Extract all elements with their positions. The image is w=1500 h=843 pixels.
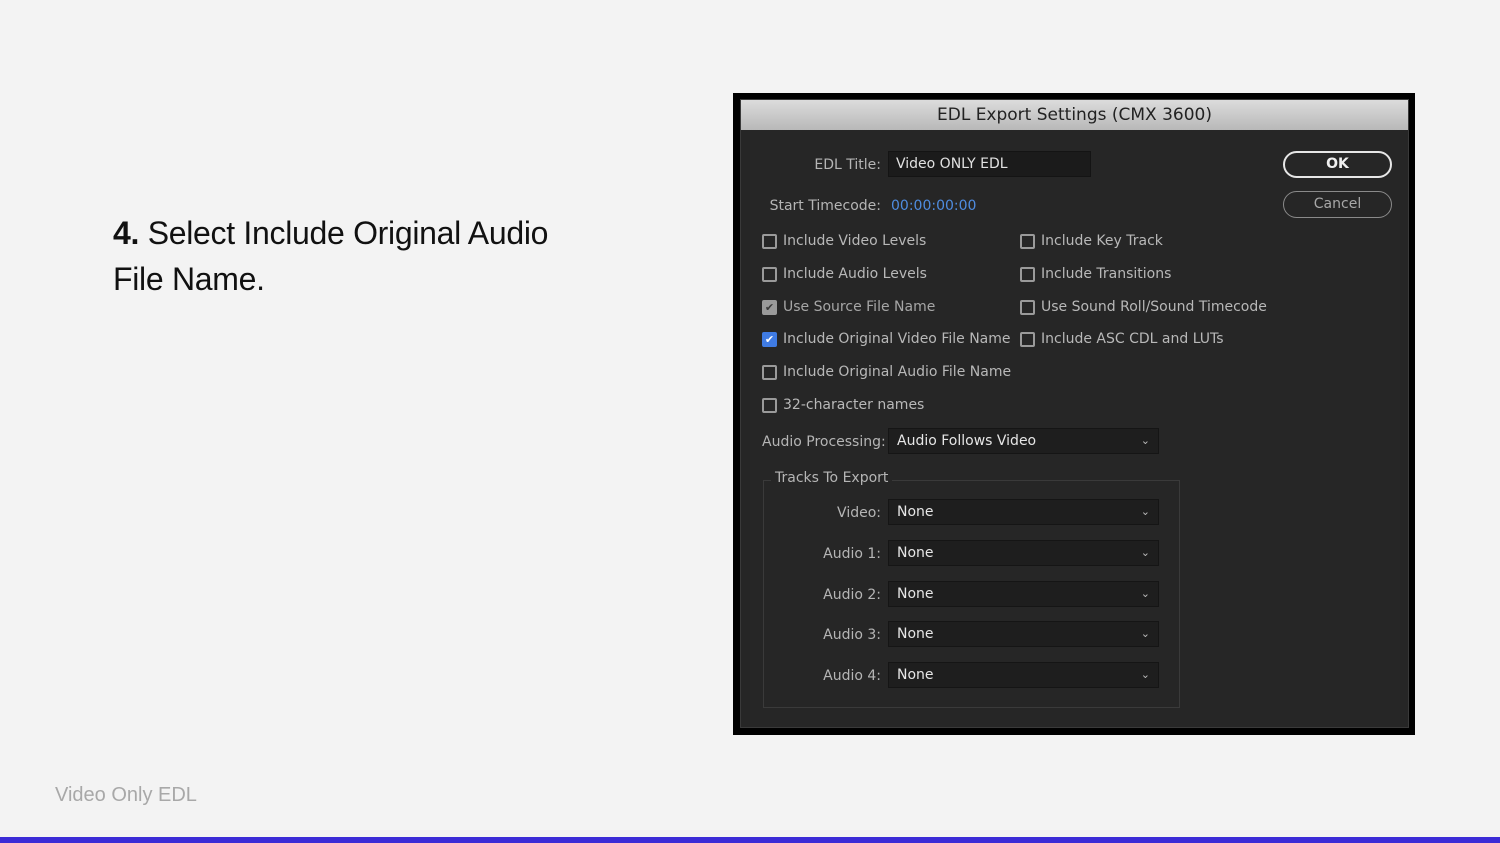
audio-1-track-label: Audio 1:	[823, 546, 881, 562]
checkbox-unchecked-icon	[1020, 266, 1035, 282]
checkbox-unchecked-icon	[1020, 331, 1035, 347]
chevron-down-icon: ⌄	[1140, 627, 1150, 640]
checkbox-label: 32-character names	[783, 397, 925, 413]
checkbox-unchecked-icon	[762, 233, 777, 249]
checkbox-label: Include Original Video File Name	[783, 331, 1011, 347]
cancel-button[interactable]: Cancel	[1283, 191, 1392, 218]
bottom-accent-bar	[0, 837, 1500, 843]
chevron-down-icon: ⌄	[1140, 668, 1150, 681]
ok-button[interactable]: OK	[1283, 151, 1392, 178]
select-value: None	[897, 504, 934, 520]
chevron-down-icon: ⌄	[1140, 505, 1150, 518]
audio-processing-select[interactable]: Audio Follows Video ⌄	[888, 428, 1159, 454]
checkbox-label: Include ASC CDL and LUTs	[1041, 331, 1224, 347]
audio-processing-label: Audio Processing:	[762, 434, 886, 450]
audio-3-track-select[interactable]: None ⌄	[888, 621, 1159, 647]
chevron-down-icon: ⌄	[1140, 587, 1150, 600]
checkbox-unchecked-icon	[762, 364, 777, 380]
tracks-to-export-title: Tracks To Export	[771, 470, 893, 486]
edl-title-label: EDL Title:	[814, 157, 881, 173]
step-text: Select Include Original Audio File Name.	[113, 215, 549, 297]
checkbox-label: Include Audio Levels	[783, 266, 927, 282]
include-audio-levels-checkbox[interactable]: Include Audio Levels	[762, 266, 927, 282]
checkbox-label: Include Original Audio File Name	[783, 364, 1012, 380]
select-value: None	[897, 545, 934, 561]
start-timecode-field[interactable]: 00:00:00:00	[891, 198, 976, 214]
checkbox-label: Use Source File Name	[783, 299, 936, 315]
audio-4-track-select[interactable]: None ⌄	[888, 662, 1159, 688]
select-value: None	[897, 586, 934, 602]
include-asc-cdl-luts-checkbox[interactable]: Include ASC CDL and LUTs	[1020, 331, 1224, 347]
use-sound-roll-timecode-checkbox[interactable]: Use Sound Roll/Sound Timecode	[1020, 299, 1267, 315]
step-number: 4.	[113, 215, 140, 251]
audio-4-track-label: Audio 4:	[823, 668, 881, 684]
include-original-video-file-name-checkbox[interactable]: ✔ Include Original Video File Name	[762, 331, 1011, 347]
chevron-down-icon: ⌄	[1140, 434, 1150, 447]
include-original-audio-file-name-checkbox[interactable]: Include Original Audio File Name	[762, 364, 1011, 380]
checkbox-unchecked-icon	[1020, 233, 1035, 249]
checkbox-unchecked-icon	[1020, 299, 1035, 315]
video-track-select[interactable]: None ⌄	[888, 499, 1159, 525]
start-timecode-label: Start Timecode:	[769, 198, 881, 214]
include-video-levels-checkbox[interactable]: Include Video Levels	[762, 233, 926, 249]
dialog-title: EDL Export Settings (CMX 3600)	[741, 100, 1408, 130]
checkbox-label: Include Video Levels	[783, 233, 927, 249]
audio-2-track-label: Audio 2:	[823, 587, 881, 603]
audio-1-track-select[interactable]: None ⌄	[888, 540, 1159, 566]
edl-title-input[interactable]: Video ONLY EDL	[888, 151, 1091, 177]
step-instruction: 4. Select Include Original Audio File Na…	[113, 210, 553, 302]
include-transitions-checkbox[interactable]: Include Transitions	[1020, 266, 1171, 282]
chevron-down-icon: ⌄	[1140, 546, 1150, 559]
32-character-names-checkbox[interactable]: 32-character names	[762, 397, 924, 413]
use-source-file-name-checkbox[interactable]: ✔ Use Source File Name	[762, 299, 935, 315]
checkbox-label: Include Transitions	[1041, 266, 1172, 282]
checkbox-unchecked-icon	[762, 266, 777, 282]
checkbox-unchecked-icon	[762, 397, 777, 413]
checkmark-icon: ✔	[762, 299, 777, 315]
select-value: None	[897, 626, 934, 642]
audio-3-track-label: Audio 3:	[823, 627, 881, 643]
checkbox-label: Include Key Track	[1041, 233, 1163, 249]
dialog-screenshot-frame: EDL Export Settings (CMX 3600) EDL Title…	[733, 93, 1415, 735]
checkbox-label: Use Sound Roll/Sound Timecode	[1041, 299, 1267, 315]
footer-label: Video Only EDL	[55, 784, 197, 806]
select-value: Audio Follows Video	[897, 433, 1037, 449]
audio-2-track-select[interactable]: None ⌄	[888, 581, 1159, 607]
checkmark-icon: ✔	[762, 331, 777, 347]
video-track-label: Video:	[837, 505, 881, 521]
include-key-track-checkbox[interactable]: Include Key Track	[1020, 233, 1163, 249]
edl-export-settings-dialog: EDL Export Settings (CMX 3600) EDL Title…	[740, 99, 1409, 728]
select-value: None	[897, 667, 934, 683]
